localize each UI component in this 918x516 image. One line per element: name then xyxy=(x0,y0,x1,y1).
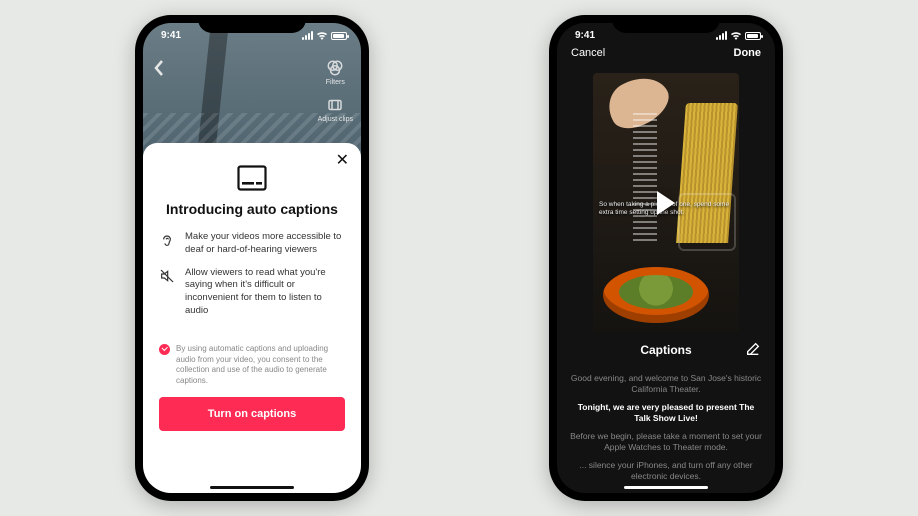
caption-line-active[interactable]: Tonight, we are very pleased to present … xyxy=(569,402,763,425)
editor-side-toolbar: Filters Adjust clips xyxy=(318,59,353,133)
status-time: 9:41 xyxy=(575,30,595,41)
feature-accessibility: Make your videos more accessible to deaf… xyxy=(159,231,345,257)
feature-mute: Allow viewers to read what you're saying… xyxy=(159,267,345,318)
caption-line[interactable]: Before we begin, please take a moment to… xyxy=(569,431,763,454)
back-button[interactable] xyxy=(153,59,165,82)
cellular-icon xyxy=(716,31,727,40)
feature-mute-text: Allow viewers to read what you're saying… xyxy=(185,267,345,318)
captions-hero-icon xyxy=(237,165,267,191)
phone-right: 9:41 Cancel Done xyxy=(549,15,783,501)
cellular-icon xyxy=(302,31,313,40)
close-icon: ✕ xyxy=(336,152,349,169)
screen-left: 9:41 Filters Adjust clips xyxy=(143,23,361,493)
done-button[interactable]: Done xyxy=(734,47,762,59)
adjust-clips-label: Adjust clips xyxy=(318,116,353,123)
editor-nav: Cancel Done xyxy=(557,47,775,59)
filters-label: Filters xyxy=(326,79,345,86)
close-button[interactable]: ✕ xyxy=(336,153,349,169)
captions-label: Captions xyxy=(640,343,691,357)
cancel-button[interactable]: Cancel xyxy=(571,47,605,59)
filters-tool[interactable]: Filters xyxy=(318,59,353,86)
caption-line[interactable]: ... silence your iPhones, and turn off a… xyxy=(569,460,763,483)
auto-captions-sheet: ✕ Introducing auto captions Make your vi… xyxy=(143,143,361,493)
feature-accessibility-text: Make your videos more accessible to deaf… xyxy=(185,231,345,257)
home-indicator[interactable] xyxy=(210,486,294,489)
screen-right: 9:41 Cancel Done xyxy=(557,23,775,493)
captions-header: Captions xyxy=(557,343,775,357)
battery-icon xyxy=(331,32,347,40)
consent-check-icon xyxy=(159,344,170,355)
status-time: 9:41 xyxy=(161,30,181,41)
notch xyxy=(612,15,720,33)
notch xyxy=(198,15,306,33)
edit-captions-button[interactable] xyxy=(745,341,761,360)
video-preview[interactable]: So when taking a picture of one, spend s… xyxy=(593,73,739,333)
captions-list[interactable]: Good evening, and welcome to San Jose's … xyxy=(569,367,763,487)
cta-label: Turn on captions xyxy=(208,408,296,420)
captions-editor: 9:41 Cancel Done xyxy=(557,23,775,493)
battery-icon xyxy=(745,32,761,40)
consent-text: By using automatic captions and uploadin… xyxy=(176,344,345,387)
sound-off-icon xyxy=(159,268,175,284)
consent-row: By using automatic captions and uploadin… xyxy=(159,344,345,387)
adjust-clips-icon xyxy=(326,96,344,114)
filters-icon xyxy=(326,59,344,77)
phone-left: 9:41 Filters Adjust clips xyxy=(135,15,369,501)
play-icon[interactable] xyxy=(657,191,675,215)
sheet-title: Introducing auto captions xyxy=(159,201,345,217)
wifi-icon xyxy=(316,31,328,40)
pencil-icon xyxy=(745,341,761,357)
ear-icon xyxy=(159,232,175,248)
caption-line[interactable]: Good evening, and welcome to San Jose's … xyxy=(569,373,763,396)
turn-on-captions-button[interactable]: Turn on captions xyxy=(159,397,345,431)
home-indicator[interactable] xyxy=(624,486,708,489)
adjust-clips-tool[interactable]: Adjust clips xyxy=(318,96,353,123)
wifi-icon xyxy=(730,31,742,40)
